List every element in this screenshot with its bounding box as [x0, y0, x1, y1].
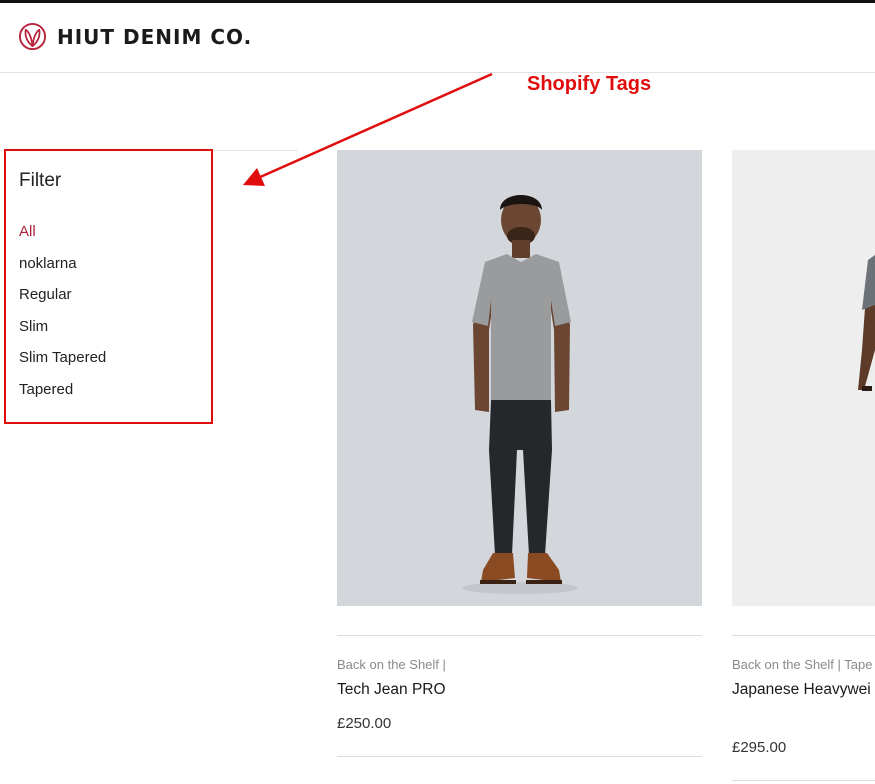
filter-tag-list: All noklarna Regular Slim Slim Tapered T… — [19, 221, 106, 410]
product-vendor: Back on the Shelf | — [337, 657, 446, 672]
product-divider — [337, 635, 702, 636]
product-photo — [732, 150, 875, 606]
product-price: £250.00 — [337, 715, 392, 732]
filter-tag-noklarna[interactable]: noklarna — [19, 253, 106, 285]
filter-tag-all[interactable]: All — [19, 221, 106, 253]
filter-tag-regular[interactable]: Regular — [19, 284, 106, 316]
product-photo — [337, 150, 702, 606]
product-divider-bottom — [337, 756, 702, 757]
product-vendor: Back on the Shelf | Tape — [732, 657, 873, 672]
product-image-link[interactable] — [732, 150, 875, 606]
product-image-link[interactable] — [337, 150, 702, 606]
brand-name: HIUT DENIM CO. — [57, 24, 253, 49]
site-header: HIUT DENIM CO. — [0, 3, 875, 73]
product-title-link[interactable]: Japanese Heavywei Tapered Fit — [732, 678, 875, 702]
page: HIUT DENIM CO. Shopify Tags Filter All n… — [0, 0, 875, 784]
annotation-label: Shopify Tags — [527, 73, 652, 95]
filter-tag-slim[interactable]: Slim — [19, 316, 106, 348]
product-card: Back on the Shelf | Tape Japanese Heavyw… — [732, 150, 875, 781]
filter-heading: Filter — [19, 170, 62, 191]
product-price: £295.00 — [732, 739, 787, 756]
product-divider-bottom — [732, 780, 875, 781]
product-title-link[interactable]: Tech Jean PRO — [337, 678, 702, 702]
leaf-logo-icon — [18, 22, 47, 51]
filter-tag-tapered[interactable]: Tapered — [19, 379, 106, 411]
brand-logo-link[interactable]: HIUT DENIM CO. — [18, 22, 252, 51]
product-divider — [732, 635, 875, 636]
filter-tag-slim-tapered[interactable]: Slim Tapered — [19, 347, 106, 379]
product-card: Back on the Shelf | Tech Jean PRO £250.0… — [337, 150, 702, 757]
